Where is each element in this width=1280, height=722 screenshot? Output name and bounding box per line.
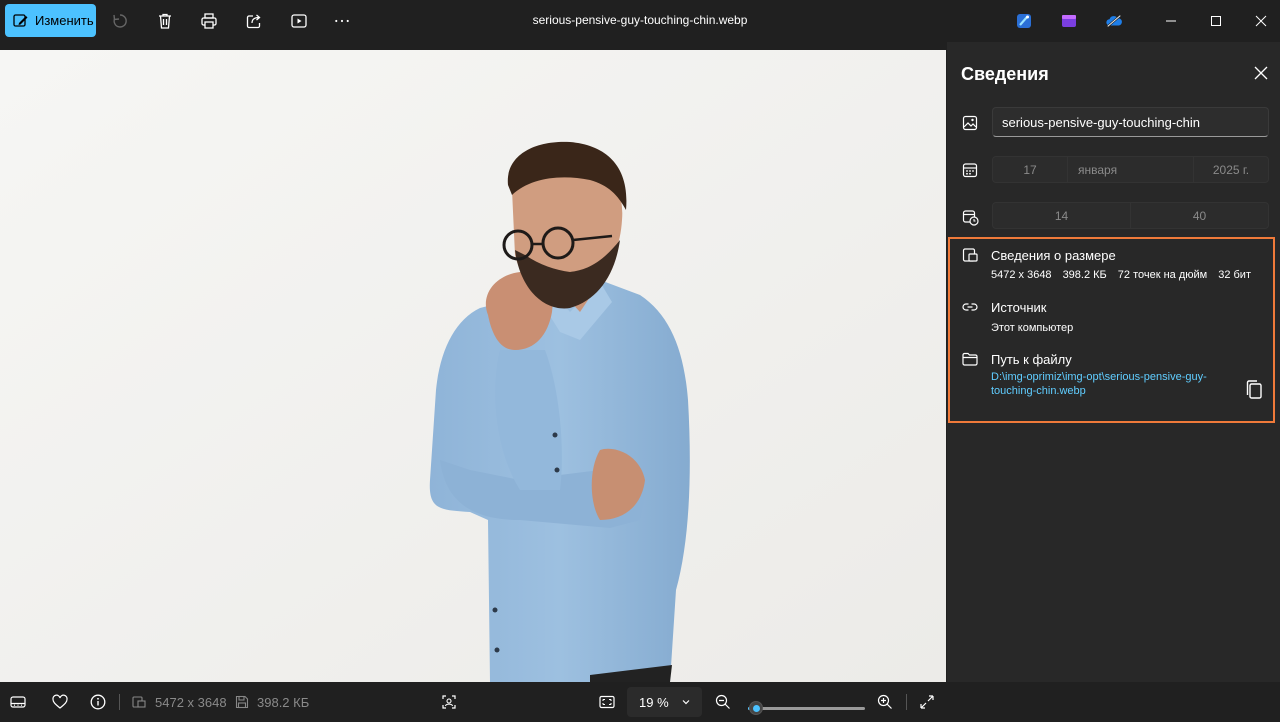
file-path-link[interactable]: D:\img-oprimiz\img-opt\serious-pensive-g…: [991, 370, 1211, 398]
status-bar: 5472 x 3648 398.2 КБ 19 %: [0, 682, 1280, 722]
zoom-slider[interactable]: [748, 701, 865, 715]
save-icon: [233, 693, 251, 711]
path-section-title: Путь к файлу: [991, 352, 1072, 367]
minimize-icon[interactable]: [1160, 10, 1182, 32]
time-hour-field[interactable]: 14: [992, 202, 1131, 229]
panel-close-icon[interactable]: [1252, 64, 1270, 82]
divider: [906, 694, 907, 710]
photo-image: [0, 50, 946, 682]
size-dimensions: 5472 x 3648: [991, 269, 1052, 281]
size-details: 5472 x 3648 398.2 КБ 72 точек на дюйм 32…: [991, 269, 1251, 281]
date-year-field[interactable]: 2025 г.: [1193, 156, 1269, 183]
time-minute-field[interactable]: 40: [1130, 202, 1269, 229]
link-icon: [961, 298, 979, 316]
image-icon: [961, 114, 979, 132]
size-dpi: 72 точек на дюйм: [1117, 269, 1208, 281]
folder-icon: [961, 350, 979, 368]
source-value: Этот компьютер: [991, 322, 1074, 334]
fullscreen-icon[interactable]: [918, 693, 936, 711]
calendar-icon: [961, 161, 979, 179]
designer-icon[interactable]: [1013, 10, 1035, 32]
chevron-down-icon: [682, 700, 690, 705]
photo-viewer[interactable]: [0, 50, 946, 682]
source-section-title: Источник: [991, 300, 1047, 315]
info-icon[interactable]: [89, 693, 107, 711]
dimensions-icon: [130, 693, 148, 711]
filmstrip-icon[interactable]: [9, 693, 27, 711]
fit-icon[interactable]: [598, 693, 616, 711]
zoom-in-icon[interactable]: [876, 693, 894, 711]
zoom-out-icon[interactable]: [714, 693, 732, 711]
zoom-slider-thumb[interactable]: [749, 701, 763, 715]
maximize-icon[interactable]: [1205, 10, 1227, 32]
size-file-size: 398.2 КБ: [1062, 269, 1107, 281]
onedrive-icon[interactable]: [1103, 10, 1125, 32]
zoom-level-dropdown[interactable]: 19 %: [627, 687, 702, 717]
time-icon: [961, 208, 979, 226]
status-dimensions: 5472 x 3648: [155, 695, 227, 710]
panel-title: Сведения: [961, 64, 1049, 84]
date-day-field[interactable]: 17: [992, 156, 1068, 183]
date-month-field[interactable]: января: [1067, 156, 1194, 183]
size-section-title: Сведения о размере: [991, 248, 1116, 263]
info-panel: Сведения 17 января 2025 г. 14 40 Сведени…: [947, 42, 1280, 682]
window-title: serious-pensive-guy-touching-chin.webp: [532, 13, 748, 27]
favorite-icon[interactable]: [51, 693, 69, 711]
zoom-level-value: 19 %: [639, 694, 669, 710]
close-icon[interactable]: [1250, 10, 1272, 32]
top-toolbar: Изменить serious-pensive-guy-touching-ch…: [0, 0, 1280, 42]
clipchamp-icon[interactable]: [1058, 10, 1080, 32]
file-name-input[interactable]: [992, 107, 1269, 137]
size-bit-depth: 32 бит: [1218, 269, 1251, 281]
scan-icon[interactable]: [440, 693, 458, 711]
copy-icon[interactable]: [1244, 379, 1264, 401]
size-icon: [961, 246, 979, 264]
status-file-size: 398.2 КБ: [257, 695, 310, 710]
divider: [119, 694, 120, 710]
